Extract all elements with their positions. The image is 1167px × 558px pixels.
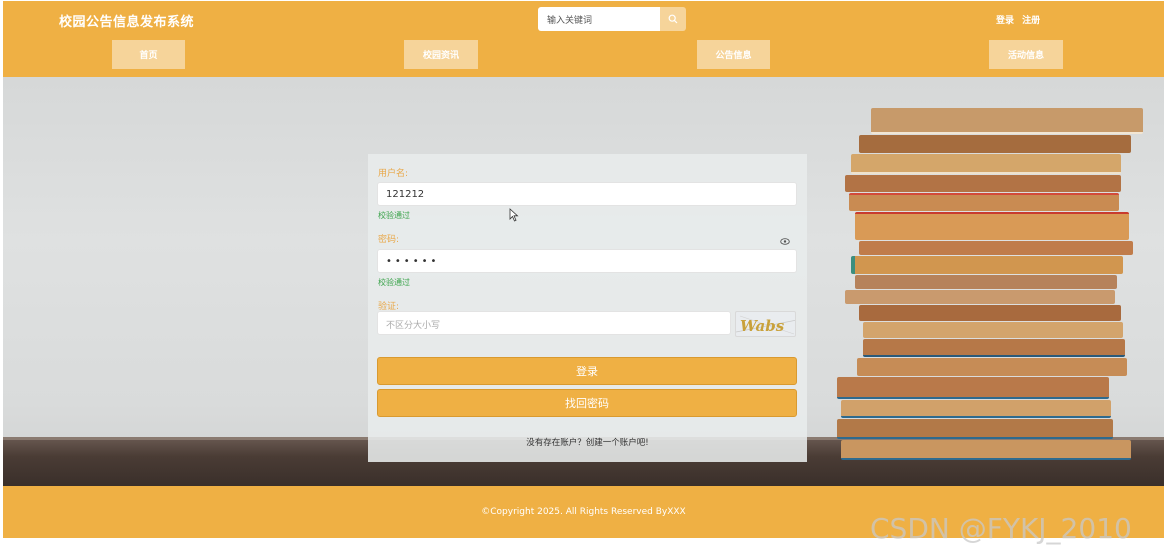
nav-campus-news[interactable]: 校园资讯 bbox=[404, 40, 478, 69]
login-link[interactable]: 登录 bbox=[996, 16, 1014, 26]
eye-icon[interactable] bbox=[780, 238, 790, 245]
mouse-cursor-icon bbox=[509, 208, 519, 222]
password-label: 密码: bbox=[378, 235, 400, 245]
nav-announcements[interactable]: 公告信息 bbox=[697, 40, 770, 69]
recover-password-button[interactable]: 找回密码 bbox=[377, 389, 797, 417]
username-valid-message: 校验通过 bbox=[378, 211, 410, 220]
search-input[interactable]: 输入关键词 bbox=[538, 7, 660, 31]
captcha-input[interactable]: 不区分大小写 bbox=[377, 311, 731, 335]
nav-activities[interactable]: 活动信息 bbox=[989, 40, 1063, 69]
search-icon bbox=[668, 14, 678, 24]
copyright-text: ©Copyright 2025. All Rights Reserved ByX… bbox=[481, 507, 686, 517]
captcha-text: Wabs bbox=[740, 317, 785, 335]
search-button[interactable] bbox=[660, 7, 686, 31]
login-button[interactable]: 登录 bbox=[377, 357, 797, 385]
top-header: 校园公告信息发布系统 输入关键词 登录 注册 首页 校园资讯 公告信息 活动信息 bbox=[3, 1, 1164, 77]
password-valid-message: 校验通过 bbox=[378, 278, 410, 287]
create-account-link[interactable]: 没有存在账户？创建一个账户吧! bbox=[368, 436, 807, 448]
username-input[interactable]: 121212 bbox=[377, 182, 797, 206]
username-label: 用户名: bbox=[378, 169, 409, 179]
site-title: 校园公告信息发布系统 bbox=[59, 15, 195, 30]
watermark-text: CSDN @FYKJ_2010 bbox=[870, 512, 1132, 545]
nav-home[interactable]: 首页 bbox=[112, 40, 185, 69]
register-link[interactable]: 注册 bbox=[1022, 16, 1040, 26]
captcha-image[interactable]: Wabs bbox=[735, 311, 796, 337]
login-panel: 用户名: 121212 校验通过 密码: •••••• 校验通过 验证: 不区分… bbox=[368, 154, 807, 462]
password-input[interactable]: •••••• bbox=[377, 249, 797, 273]
auth-links: 登录 注册 bbox=[996, 13, 1045, 26]
